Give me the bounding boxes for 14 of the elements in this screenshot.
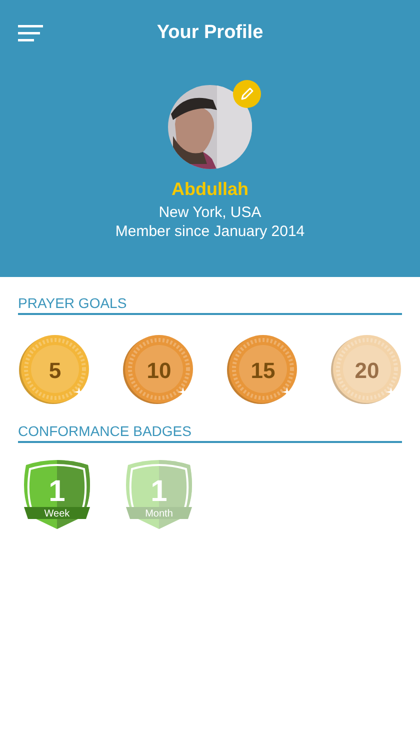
section-title: CONFORMANCE BADGES xyxy=(18,423,402,443)
coin-badge: 20 xyxy=(330,333,402,405)
screen-title: Your Profile xyxy=(156,22,264,44)
user-location: New York, USA xyxy=(158,204,262,221)
coin-badge: 10 xyxy=(122,333,194,405)
user-name: Abdullah xyxy=(172,179,248,200)
shield-badge: 1 Week xyxy=(22,457,92,529)
section-title: PRAYER GOALS xyxy=(18,295,402,315)
coin-badge: 15 xyxy=(226,333,298,405)
shield-badge: 1 Month xyxy=(124,457,194,529)
edit-button[interactable] xyxy=(233,80,261,108)
menu-icon[interactable] xyxy=(18,24,44,42)
coin-badge: 5 xyxy=(18,333,90,405)
member-since: Member since January 2014 xyxy=(115,223,305,240)
